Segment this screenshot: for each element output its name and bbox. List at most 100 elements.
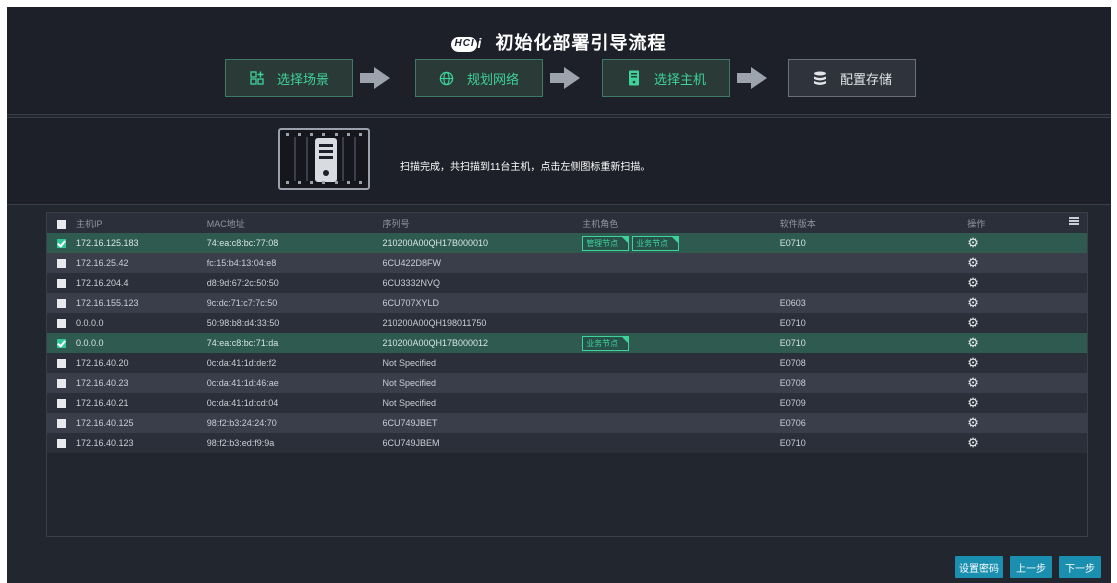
settings-gear-icon[interactable]: ⚙ — [967, 355, 979, 370]
cell-serial: Not Specified — [382, 373, 583, 393]
column-header-serial: 序列号 — [382, 213, 583, 233]
table-row[interactable]: 172.16.25.42 fc:15:b4:13:04:e8 6CU422D8FW ⚙ — [47, 253, 1087, 273]
step-plan-network[interactable]: 规划网络 — [415, 59, 543, 97]
scan-panel: 扫描完成，共扫描到11台主机，点击左侧图标重新扫描。 — [7, 117, 1111, 205]
table-row[interactable]: 172.16.40.21 0c:da:41:1d:cd:04 Not Specifi… — [47, 393, 1087, 413]
row-checkbox[interactable] — [57, 399, 66, 409]
cell-ip: 172.16.40.125 — [47, 413, 207, 433]
set-password-button[interactable]: 设置密码 — [955, 556, 1003, 578]
cell-actions: ⚙ — [967, 373, 1087, 393]
cell-serial: Not Specified — [382, 393, 583, 413]
host-table-body: 172.16.125.183 74:ea:c8:bc:77:08 210200A00… — [47, 233, 1087, 453]
row-checkbox[interactable] — [57, 419, 66, 429]
cell-role — [582, 293, 780, 313]
app-frame: HCI i 初始化部署引导流程 选择场景 规划网络 选择主机 配置存储 扫描完成… — [7, 7, 1111, 583]
ip-text: 172.16.155.123 — [76, 297, 139, 308]
cell-mac: 0c:da:41:1d:46:ae — [206, 373, 383, 393]
table-row[interactable]: 172.16.204.4 d8:9d:67:2c:50:50 6CU3332NVQ ⚙ — [47, 273, 1087, 293]
grid-add-icon — [249, 70, 265, 86]
cell-actions: ⚙ — [967, 253, 1087, 273]
cell-serial: 6CU3332NVQ — [382, 273, 583, 293]
cell-version: E0709 — [779, 393, 968, 413]
cell-actions: ⚙ — [967, 413, 1087, 433]
row-checkbox[interactable] — [57, 259, 66, 269]
table-row[interactable]: 0.0.0.0 50:98:b8:d4:33:50 210200A00QH19801… — [47, 313, 1087, 333]
table-row[interactable]: 172.16.40.20 0c:da:41:1d:de:f2 Not Specifi… — [47, 353, 1087, 373]
cell-ip: 172.16.125.183 — [47, 233, 207, 253]
settings-gear-icon[interactable]: ⚙ — [967, 315, 979, 330]
cell-mac: fc:15:b4:13:04:e8 — [206, 253, 383, 273]
cell-actions: ⚙ — [967, 433, 1087, 453]
column-header-ip: 主机IP — [47, 213, 207, 233]
cell-version: E0706 — [779, 413, 968, 433]
cell-serial: 210200A00QH17B000012 — [382, 333, 583, 353]
cell-ip: 172.16.25.42 — [47, 253, 207, 273]
table-row[interactable]: 0.0.0.0 74:ea:c8:bc:71:da 210200A00QH17B00… — [47, 333, 1087, 353]
settings-gear-icon[interactable]: ⚙ — [967, 275, 979, 290]
settings-gear-icon[interactable]: ⚙ — [967, 415, 979, 430]
role-badge[interactable]: 管理节点 — [582, 235, 630, 251]
cell-ip: 0.0.0.0 — [47, 333, 207, 353]
hci-logo-icon: HCI i — [451, 35, 485, 53]
table-row[interactable]: 172.16.125.183 74:ea:c8:bc:77:08 210200A00… — [47, 233, 1087, 253]
row-checkbox[interactable] — [57, 439, 66, 449]
step-configure-storage[interactable]: 配置存储 — [788, 59, 916, 97]
settings-gear-icon[interactable]: ⚙ — [967, 255, 979, 270]
server-icon — [626, 70, 642, 86]
step-arrow-icon — [737, 67, 767, 89]
rescan-server-icon[interactable] — [278, 128, 370, 190]
cell-version: E0710 — [779, 313, 968, 333]
cell-role: 管理节点 业务节点 — [582, 233, 780, 253]
ip-text: 172.16.40.20 — [76, 357, 129, 368]
cell-role — [582, 373, 780, 393]
column-menu-icon[interactable] — [1069, 217, 1079, 225]
row-checkbox[interactable] — [57, 359, 66, 369]
step-select-host[interactable]: 选择主机 — [602, 59, 730, 97]
cell-ip: 172.16.40.20 — [47, 353, 207, 373]
row-checkbox[interactable] — [57, 319, 66, 329]
step-label: 规划网络 — [466, 71, 519, 87]
cell-role — [582, 313, 780, 333]
table-row[interactable]: 172.16.155.123 9c:dc:71:c7:7c:50 6CU707XYL… — [47, 293, 1087, 313]
cell-serial: 6CU749JBET — [382, 413, 583, 433]
cell-serial: 6CU422D8FW — [382, 253, 583, 273]
settings-gear-icon[interactable]: ⚙ — [967, 395, 979, 410]
row-checkbox[interactable] — [57, 339, 66, 349]
step-label: 选择场景 — [276, 71, 329, 87]
role-badge[interactable]: 业务节点 — [632, 235, 680, 251]
settings-gear-icon[interactable]: ⚙ — [967, 375, 979, 390]
cell-version: E0710 — [779, 433, 968, 453]
row-checkbox[interactable] — [57, 299, 66, 309]
row-checkbox[interactable] — [57, 239, 66, 249]
role-badge[interactable]: 业务节点 — [582, 335, 630, 351]
settings-gear-icon[interactable]: ⚙ — [967, 295, 979, 310]
cell-mac: 98:f2:b3:24:24:70 — [206, 413, 383, 433]
row-checkbox[interactable] — [57, 279, 66, 289]
row-checkbox[interactable] — [57, 379, 66, 389]
cell-role — [582, 273, 780, 293]
select-all-checkbox[interactable] — [57, 219, 66, 229]
table-row[interactable]: 172.16.40.23 0c:da:41:1d:46:ae Not Specifi… — [47, 373, 1087, 393]
column-header-role: 主机角色 — [582, 213, 780, 233]
ip-text: 172.16.25.42 — [76, 257, 129, 268]
cell-serial: 6CU707XYLD — [382, 293, 583, 313]
cell-ip: 172.16.40.123 — [47, 433, 207, 453]
settings-gear-icon[interactable]: ⚙ — [967, 335, 979, 350]
step-select-scene[interactable]: 选择场景 — [225, 59, 353, 97]
settings-gear-icon[interactable]: ⚙ — [967, 435, 979, 450]
cell-actions: ⚙ — [967, 313, 1087, 333]
cell-mac: 74:ea:c8:bc:77:08 — [206, 233, 383, 253]
settings-gear-icon[interactable]: ⚙ — [967, 235, 979, 250]
step-label: 配置存储 — [839, 71, 892, 87]
cell-actions: ⚙ — [967, 333, 1087, 353]
cell-role — [582, 393, 780, 413]
ip-text: 172.16.40.125 — [76, 417, 134, 428]
host-table: 主机IP MAC地址 序列号 主机角色 软件版本 操作 172.16.125.1… — [47, 213, 1087, 453]
prev-step-button[interactable]: 上一步 — [1010, 556, 1052, 578]
cell-ip: 172.16.155.123 — [47, 293, 207, 313]
table-row[interactable]: 172.16.40.123 98:f2:b3:ed:f9:9a 6CU749JBEM… — [47, 433, 1087, 453]
cell-actions: ⚙ — [967, 353, 1087, 373]
next-step-button[interactable]: 下一步 — [1059, 556, 1101, 578]
cell-serial: 6CU749JBEM — [382, 433, 583, 453]
table-row[interactable]: 172.16.40.125 98:f2:b3:24:24:70 6CU749JBET… — [47, 413, 1087, 433]
